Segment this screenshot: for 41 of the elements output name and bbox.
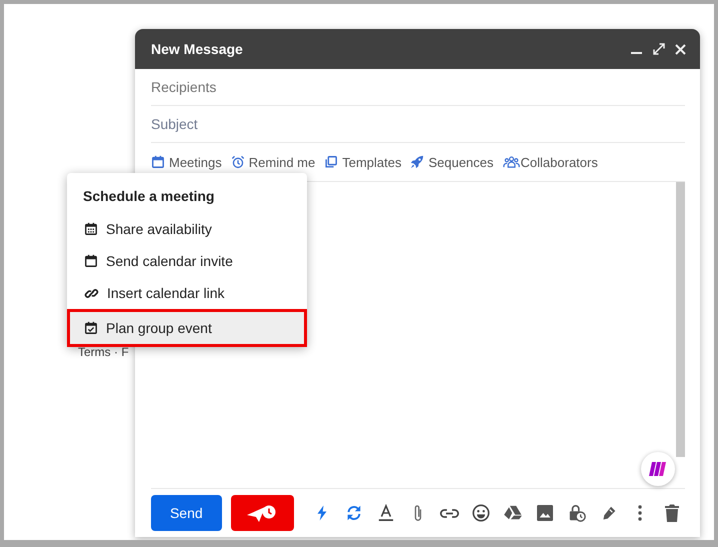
paper-plane-clock-icon <box>247 504 278 522</box>
menu-item[interactable]: Share availability <box>67 213 307 245</box>
logo-icon <box>649 462 667 476</box>
footer-text: Terms · F <box>78 345 129 359</box>
expand-icon[interactable] <box>653 43 665 55</box>
recipients-field[interactable]: Recipients <box>151 79 685 95</box>
toolbar-button[interactable]: Sequences <box>410 154 494 170</box>
image-icon <box>536 505 553 521</box>
more-icon <box>638 505 642 521</box>
rocket-icon <box>410 155 424 169</box>
menu-title: Schedule a meeting <box>82 187 216 206</box>
menu-item[interactable]: Plan group event <box>67 309 307 347</box>
trash-icon <box>665 504 680 522</box>
schedule-send-button[interactable] <box>230 495 294 531</box>
calendar-icon <box>84 254 98 268</box>
people-icon <box>502 155 520 169</box>
smiley-icon <box>472 504 490 522</box>
link-icon <box>440 508 459 518</box>
close-icon[interactable] <box>675 44 686 54</box>
menu-item[interactable]: Insert calendar link <box>67 277 307 309</box>
toolbar-button[interactable]: Remind me <box>230 154 316 170</box>
bolt-icon <box>316 504 328 522</box>
toolbar-button[interactable]: Collaborators <box>502 154 598 170</box>
menu-item[interactable]: Send calendar invite <box>67 245 307 277</box>
sync-icon <box>345 504 364 522</box>
calendar-icon <box>151 155 165 169</box>
alarm-clock-icon <box>230 155 245 169</box>
toolbar-button[interactable]: Templates <box>324 154 402 170</box>
scrollbar[interactable] <box>676 182 685 457</box>
text-color-icon <box>378 504 394 522</box>
window-title: New Message <box>151 41 244 57</box>
paperclip-icon <box>412 504 423 522</box>
toolbar-button[interactable]: Meetings <box>151 154 222 170</box>
drive-icon <box>504 505 522 521</box>
send-button[interactable]: Send <box>151 495 222 531</box>
copy-icon <box>324 155 338 169</box>
calendar-icon <box>84 222 98 236</box>
calendar-check-icon <box>84 321 98 335</box>
floating-app-button[interactable] <box>641 452 675 486</box>
subject-field[interactable]: Subject <box>151 116 685 132</box>
lock-clock-icon <box>568 504 586 522</box>
